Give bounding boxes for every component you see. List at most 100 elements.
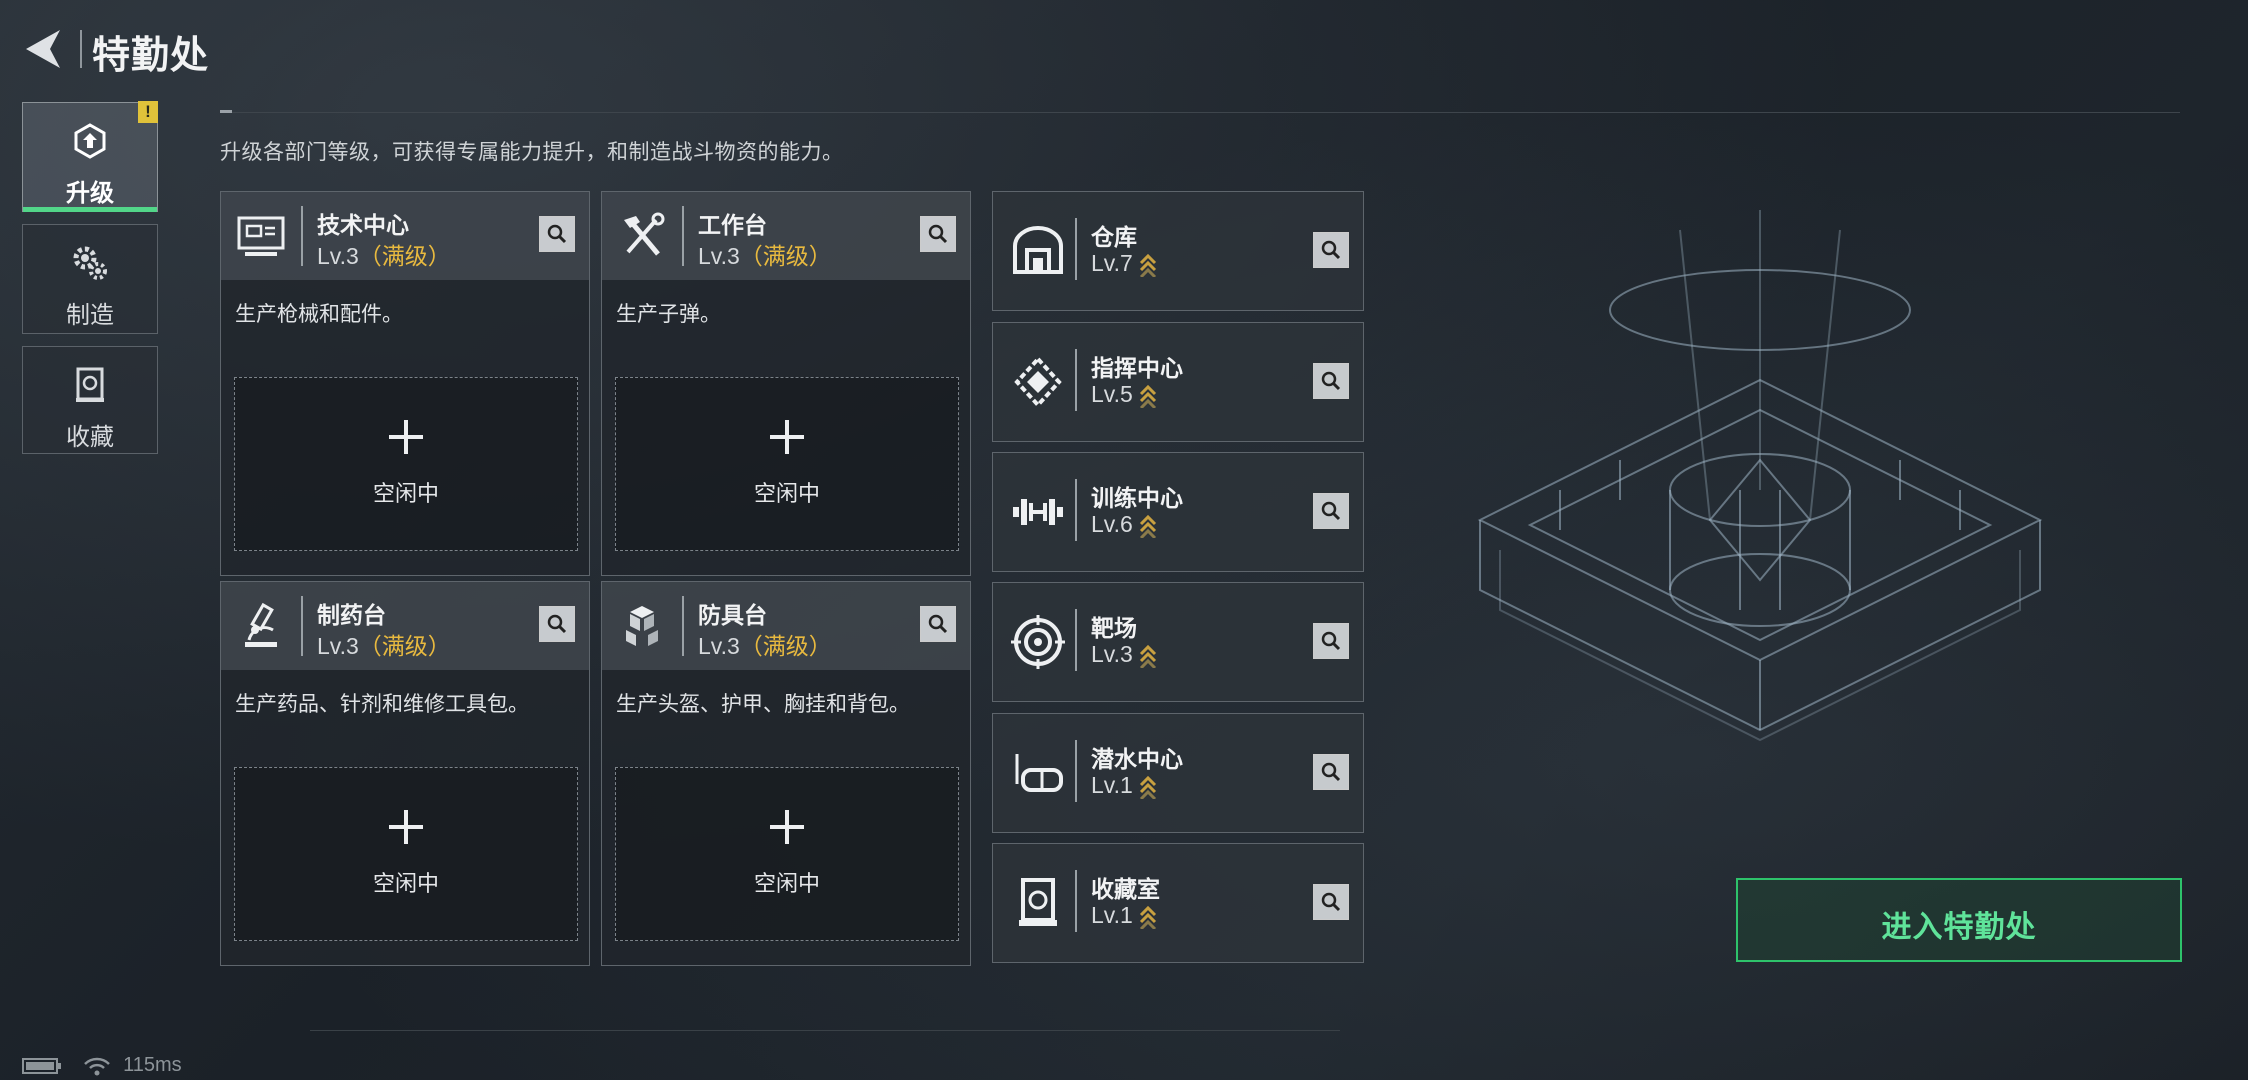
inspect-button[interactable] bbox=[539, 216, 575, 252]
department-header: 工作台 Lv.3（满级） bbox=[602, 192, 970, 280]
production-slot[interactable]: 空闲中 bbox=[615, 767, 959, 941]
collection-icon bbox=[70, 365, 110, 410]
upgrade-chevron-icon bbox=[1139, 253, 1156, 277]
facility-command-center[interactable]: 指挥中心 Lv.5 bbox=[992, 322, 1364, 442]
department-description: 生产枪械和配件。 bbox=[235, 303, 403, 326]
department-card-pharmacy[interactable]: 制药台 Lv.3（满级） 生产药品、针剂和维修工具包。 空闲中 bbox=[220, 581, 590, 966]
max-level-tag: （满级） bbox=[739, 243, 832, 269]
facility-shooting-range[interactable]: 靶场 Lv.3 bbox=[992, 582, 1364, 702]
inspect-button[interactable] bbox=[1313, 884, 1349, 920]
level-value: Lv.3 bbox=[698, 243, 740, 269]
nav-tab-craft[interactable]: 制造 bbox=[22, 224, 158, 334]
max-level-tag: （满级） bbox=[739, 633, 832, 659]
nav-label-craft: 制造 bbox=[66, 302, 114, 329]
enter-button-label: 进入特勤处 bbox=[1881, 911, 2037, 944]
production-slot[interactable]: 空闲中 bbox=[234, 767, 578, 941]
inspect-button[interactable] bbox=[1313, 493, 1349, 529]
inspect-button[interactable] bbox=[1313, 623, 1349, 659]
add-icon bbox=[389, 420, 423, 454]
search-icon bbox=[1321, 762, 1341, 782]
search-icon bbox=[547, 614, 567, 634]
slot-status: 空闲中 bbox=[372, 871, 439, 896]
gear-icon bbox=[70, 243, 110, 288]
slot-status: 空闲中 bbox=[753, 871, 820, 896]
search-icon bbox=[1321, 501, 1341, 521]
wifi-icon bbox=[83, 1057, 110, 1076]
facility-name: 仓库 bbox=[1091, 224, 1137, 250]
inspect-button[interactable] bbox=[920, 606, 956, 642]
level-value: Lv.3 bbox=[1091, 641, 1133, 667]
facility-name: 收藏室 bbox=[1091, 876, 1160, 902]
microscope-icon bbox=[235, 600, 287, 652]
search-icon bbox=[928, 614, 948, 634]
slot-status: 空闲中 bbox=[372, 481, 439, 506]
facility-divider bbox=[1075, 609, 1077, 671]
department-level: Lv.3（满级） bbox=[698, 627, 832, 661]
search-icon bbox=[1321, 371, 1341, 391]
ping-value: 115ms bbox=[123, 1054, 182, 1076]
department-card-armor-bench[interactable]: 防具台 Lv.3（满级） 生产头盔、护甲、胸挂和背包。 空闲中 bbox=[601, 581, 971, 966]
facility-divider bbox=[1075, 349, 1077, 411]
department-name: 工作台 bbox=[698, 212, 767, 238]
facility-collection-room[interactable]: 收藏室 Lv.1 bbox=[992, 843, 1364, 963]
inspect-button[interactable] bbox=[920, 216, 956, 252]
level-value: Lv.3 bbox=[698, 633, 740, 659]
search-icon bbox=[1321, 892, 1341, 912]
facility-level: Lv.6 bbox=[1091, 511, 1157, 538]
facility-level: Lv.7 bbox=[1091, 250, 1157, 277]
facility-name: 指挥中心 bbox=[1091, 355, 1183, 381]
facility-diving-center[interactable]: 潜水中心 Lv.1 bbox=[992, 713, 1364, 833]
upgrade-chevron-icon bbox=[1139, 514, 1156, 538]
department-card-workbench[interactable]: 工作台 Lv.3（满级） 生产子弹。 空闲中 bbox=[601, 191, 971, 576]
search-icon bbox=[547, 224, 567, 244]
upgrade-chevron-icon bbox=[1139, 775, 1156, 799]
page-description: 升级各部门等级，可获得专属能力提升，和制造战斗物资的能力。 bbox=[220, 141, 844, 164]
max-level-tag: （满级） bbox=[358, 633, 451, 659]
dumbbell-icon bbox=[1009, 483, 1067, 541]
target-icon bbox=[1009, 613, 1067, 671]
header-divider bbox=[80, 30, 82, 68]
facility-warehouse[interactable]: 仓库 Lv.7 bbox=[992, 191, 1364, 311]
department-name: 防具台 bbox=[698, 602, 767, 628]
department-description: 生产药品、针剂和维修工具包。 bbox=[235, 693, 529, 716]
facility-divider bbox=[1075, 740, 1077, 802]
department-header: 技术中心 Lv.3（满级） bbox=[221, 192, 589, 280]
header-divider bbox=[301, 596, 303, 656]
inspect-button[interactable] bbox=[1313, 363, 1349, 399]
enter-operations-button[interactable]: 进入特勤处 bbox=[1736, 878, 2182, 962]
section-divider bbox=[220, 112, 2180, 113]
facility-training-center[interactable]: 训练中心 Lv.6 bbox=[992, 452, 1364, 572]
monitor-icon bbox=[235, 210, 287, 262]
upgrade-chevron-icon bbox=[1139, 905, 1156, 929]
facility-name: 潜水中心 bbox=[1091, 746, 1183, 772]
level-value: Lv.6 bbox=[1091, 511, 1133, 537]
command-icon bbox=[1009, 353, 1067, 411]
upgrade-icon bbox=[70, 121, 110, 166]
inspect-button[interactable] bbox=[1313, 754, 1349, 790]
warehouse-icon bbox=[1009, 222, 1067, 280]
level-value: Lv.3 bbox=[317, 633, 359, 659]
department-card-tech-center[interactable]: 技术中心 Lv.3（满级） 生产枪械和配件。 空闲中 bbox=[220, 191, 590, 576]
collection-room-icon bbox=[1009, 874, 1067, 932]
facility-divider bbox=[1075, 479, 1077, 541]
upgrade-chevron-icon bbox=[1139, 384, 1156, 408]
alert-badge: ! bbox=[138, 101, 158, 123]
department-level: Lv.3（满级） bbox=[698, 237, 832, 271]
inspect-button[interactable] bbox=[539, 606, 575, 642]
production-slot[interactable]: 空闲中 bbox=[234, 377, 578, 551]
diving-mask-icon bbox=[1009, 744, 1067, 802]
nav-tab-collection[interactable]: 收藏 bbox=[22, 346, 158, 454]
armor-blocks-icon bbox=[616, 600, 668, 652]
max-level-tag: （满级） bbox=[358, 243, 451, 269]
search-icon bbox=[1321, 240, 1341, 260]
level-value: Lv.1 bbox=[1091, 902, 1133, 928]
add-icon bbox=[770, 420, 804, 454]
back-button[interactable] bbox=[20, 26, 64, 72]
production-slot[interactable]: 空闲中 bbox=[615, 377, 959, 551]
nav-label-upgrade: 升级 bbox=[66, 180, 114, 207]
inspect-button[interactable] bbox=[1313, 232, 1349, 268]
facility-level: Lv.3 bbox=[1091, 641, 1157, 668]
active-tab-indicator bbox=[23, 207, 157, 212]
header-divider bbox=[301, 206, 303, 266]
back-arrow-icon bbox=[26, 30, 60, 68]
